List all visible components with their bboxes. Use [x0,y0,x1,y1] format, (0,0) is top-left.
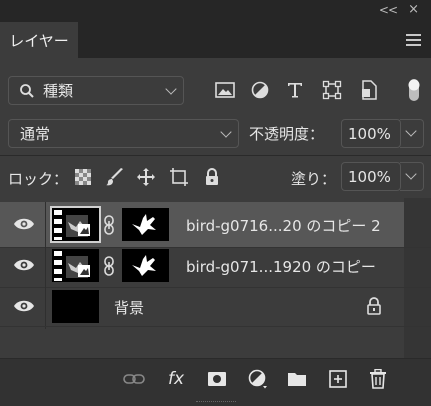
blend-mode-label: 通常 [20,125,51,143]
fill-label: 塗り： [291,170,337,188]
fill-dropdown-button[interactable] [400,162,424,191]
fill-value: 100% [348,167,391,186]
opacity-dropdown-button[interactable] [400,119,424,148]
tab-layers[interactable]: レイヤー [0,22,78,58]
chevron-down-icon [405,168,417,180]
tab-layers-label: レイヤー [9,31,69,50]
filter-kind-select[interactable]: 種類 [8,76,184,105]
lock-label: ロック： [8,170,69,188]
visibility-eye-icon[interactable] [13,257,35,273]
filter-pixel-layers-icon[interactable] [213,78,237,102]
opacity-label: 不透明度： [249,125,325,143]
chevron-down-icon [220,126,232,138]
filter-type-layers-icon[interactable] [283,78,307,102]
new-group-folder-icon[interactable] [285,367,309,391]
divider [45,202,46,247]
layer-style-fx-button[interactable]: fx [164,367,188,391]
filter-toggle-switch[interactable] [407,78,421,102]
layers-scroll-area[interactable] [404,198,431,358]
opacity-input[interactable]: 100% [341,119,401,148]
filter-shape-layers-icon[interactable] [320,78,344,102]
search-icon [20,83,34,98]
layer-name[interactable]: bird-g071...1920 のコピー [186,256,376,277]
chevron-down-icon [165,83,177,95]
layer-name[interactable]: 背景 [114,297,144,318]
link-mask-icon[interactable] [102,215,116,235]
opacity-value: 100% [348,124,391,143]
filter-smart-objects-icon[interactable] [357,78,381,102]
collapse-panels-button[interactable]: << [379,3,398,17]
lock-all-icon[interactable] [201,166,223,188]
blend-mode-select[interactable]: 通常 [8,119,239,148]
close-panel-button[interactable]: × [408,2,419,17]
link-layers-icon[interactable] [122,367,146,391]
panel-menu-icon[interactable] [406,34,421,46]
filter-adjustment-layers-icon[interactable] [248,78,272,102]
fx-label: fx [167,369,185,389]
layer-thumbnail[interactable] [52,290,99,323]
layer-thumbnail[interactable] [50,206,101,243]
layer-thumbnail[interactable] [52,249,99,282]
add-layer-mask-icon[interactable] [205,367,229,391]
lock-transparent-pixels-icon[interactable] [72,166,94,188]
filter-kind-label: 種類 [43,82,74,100]
divider [45,243,46,288]
panel-titlebar: << × [0,0,431,22]
lock-position-icon[interactable] [135,166,157,188]
new-layer-icon[interactable] [326,367,350,391]
layer-row[interactable]: bird-g0716...20 のコピー 2 [0,202,404,247]
layers-bottom-toolbar: fx [0,358,431,406]
delete-layer-trash-icon[interactable] [366,367,390,391]
layer-mask-thumbnail[interactable] [122,208,169,241]
divider [0,326,431,327]
layer-mask-thumbnail[interactable] [122,249,169,282]
layer-row[interactable]: bird-g071...1920 のコピー [0,243,404,288]
layer-row[interactable]: 背景 [0,284,404,329]
link-mask-icon[interactable] [102,256,116,276]
tab-bar: レイヤー [0,22,431,58]
new-adjustment-layer-icon[interactable] [246,367,270,391]
divider [0,155,431,156]
layer-lock-icon[interactable] [366,297,382,315]
chevron-down-icon [405,125,417,137]
fill-input[interactable]: 100% [341,162,401,191]
visibility-eye-icon[interactable] [13,216,35,232]
divider [45,284,46,329]
lock-artboard-icon[interactable] [168,166,190,188]
lock-image-pixels-icon[interactable] [104,166,126,188]
resize-grip[interactable] [196,401,236,404]
layer-name[interactable]: bird-g0716...20 のコピー 2 [186,215,381,236]
visibility-eye-icon[interactable] [13,298,35,314]
